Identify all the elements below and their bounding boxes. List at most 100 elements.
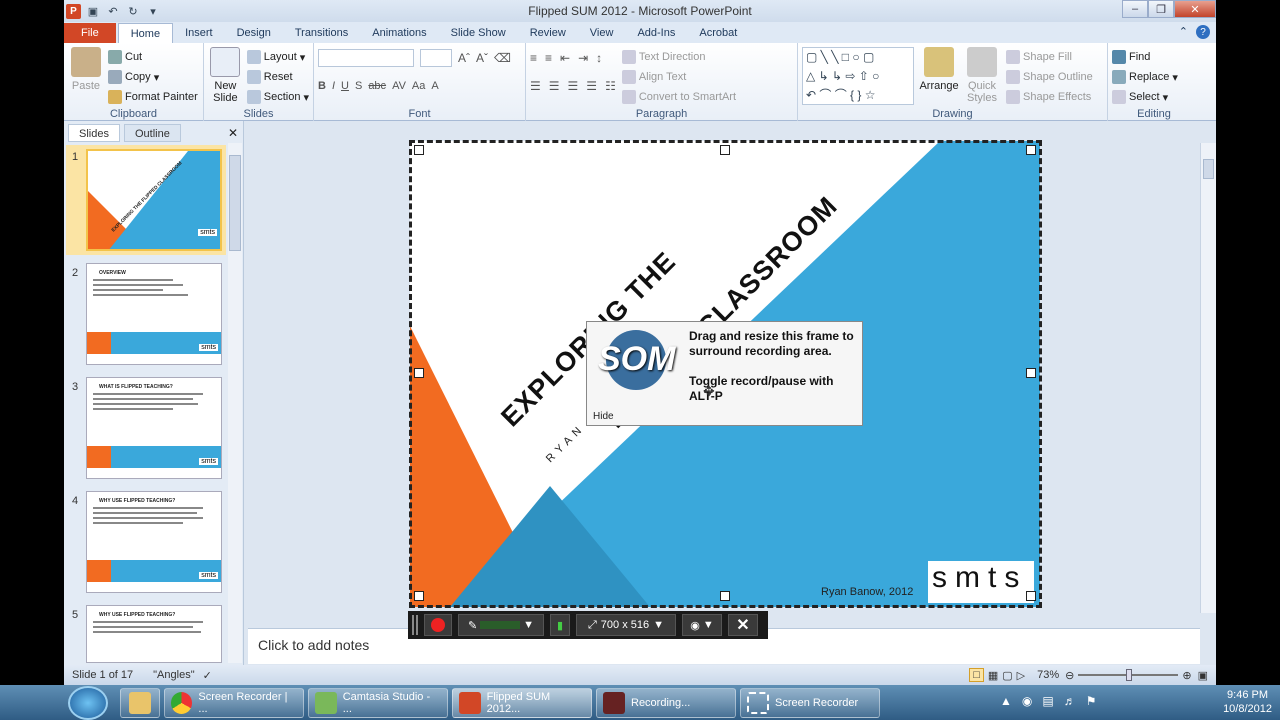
resize-handle[interactable]: [1026, 368, 1036, 378]
taskbar-item-screen-recorder[interactable]: Screen Recorder: [740, 687, 880, 718]
zoom-slider[interactable]: [1078, 669, 1179, 681]
section-button[interactable]: Section ▾: [246, 87, 309, 107]
taskbar-item-recording[interactable]: Recording...: [596, 687, 736, 718]
tray-flag-icon[interactable]: ⚑: [1086, 694, 1097, 708]
spell-check-icon[interactable]: ✓: [203, 669, 212, 682]
slide-scrollbar[interactable]: [1200, 143, 1216, 613]
font-size-combo[interactable]: [420, 49, 452, 67]
select-button[interactable]: Select ▾: [1112, 87, 1196, 107]
copy-button[interactable]: Copy ▾: [108, 67, 198, 87]
text-direction-button[interactable]: Text Direction: [621, 47, 736, 67]
zoom-in-icon[interactable]: ⊕: [1182, 669, 1191, 682]
tab-outline[interactable]: Outline: [123, 124, 181, 142]
align-right-icon[interactable]: ☰: [568, 79, 579, 93]
spacing-icon[interactable]: AV: [392, 80, 406, 92]
bold-icon[interactable]: B: [318, 80, 326, 92]
tab-insert[interactable]: Insert: [173, 23, 225, 43]
arrange-button[interactable]: Arrange: [919, 47, 959, 107]
taskbar-item-camtasia[interactable]: Camtasia Studio - ...: [308, 687, 448, 718]
resize-handle[interactable]: [720, 145, 730, 155]
tab-design[interactable]: Design: [225, 23, 283, 43]
fit-to-window-icon[interactable]: ▣: [1198, 669, 1208, 682]
tab-transitions[interactable]: Transitions: [283, 23, 360, 43]
start-button[interactable]: [68, 686, 108, 720]
close-pane-icon[interactable]: ✕: [228, 126, 238, 140]
resize-handle[interactable]: [414, 368, 424, 378]
resize-handle[interactable]: [414, 145, 424, 155]
scroll-thumb[interactable]: [1203, 159, 1214, 179]
reset-button[interactable]: Reset: [246, 67, 309, 87]
resize-handle[interactable]: [720, 591, 730, 601]
clear-formatting-icon[interactable]: ⌫: [494, 51, 511, 65]
shape-effects-button[interactable]: Shape Effects: [1006, 87, 1093, 107]
zoom-level[interactable]: 73%: [1037, 669, 1059, 681]
shadow-icon[interactable]: S: [355, 80, 362, 92]
tab-acrobat[interactable]: Acrobat: [687, 23, 749, 43]
restore-icon[interactable]: ❐: [1148, 0, 1174, 18]
audio-bars-button[interactable]: ▮: [550, 614, 570, 636]
tray-volume-icon[interactable]: ♬: [1064, 694, 1076, 708]
font-color-icon[interactable]: A: [431, 80, 438, 92]
minimize-ribbon-icon[interactable]: ⌃: [1179, 25, 1188, 39]
change-case-icon[interactable]: Aa: [412, 80, 425, 92]
tab-addins[interactable]: Add-Ins: [625, 23, 687, 43]
tray-app-icon[interactable]: ◉: [1022, 694, 1032, 708]
scroll-thumb[interactable]: [229, 155, 241, 251]
shrink-font-icon[interactable]: Aˇ: [476, 51, 488, 65]
tab-animations[interactable]: Animations: [360, 23, 438, 43]
decrease-indent-icon[interactable]: ⇤: [560, 51, 570, 65]
thumbnail-slide-5[interactable]: WHY USE FLIPPED TEACHING?: [86, 605, 222, 663]
normal-view-icon[interactable]: □: [969, 668, 984, 682]
slideshow-icon[interactable]: ▷: [1017, 669, 1025, 682]
tray-network-icon[interactable]: ▤: [1042, 694, 1053, 708]
tray-arrow-icon[interactable]: ▲: [1000, 694, 1012, 708]
increase-indent-icon[interactable]: ⇥: [578, 51, 588, 65]
help-icon[interactable]: ?: [1196, 25, 1210, 39]
paste-button[interactable]: Paste: [68, 47, 104, 107]
taskbar-item-powerpoint[interactable]: Flipped SUM 2012...: [452, 687, 592, 718]
slide-sorter-icon[interactable]: ▦: [988, 669, 998, 682]
hide-link[interactable]: Hide: [593, 411, 614, 422]
quick-styles-button[interactable]: Quick Styles: [964, 47, 1000, 107]
align-left-icon[interactable]: ☰: [530, 79, 541, 93]
italic-icon[interactable]: I: [332, 80, 335, 92]
font-name-combo[interactable]: [318, 49, 414, 67]
tab-review[interactable]: Review: [518, 23, 578, 43]
resize-handle[interactable]: [1026, 145, 1036, 155]
tab-home[interactable]: Home: [117, 23, 174, 43]
shapes-gallery[interactable]: ▢ ╲ ╲ □ ○ ▢ △ ↳ ↳ ⇨ ⇧ ○ ↶ ⌒ ⌒ { } ☆: [802, 47, 914, 105]
strikethrough-icon[interactable]: abc: [368, 80, 386, 92]
system-clock[interactable]: 9:46 PM 10/8/2012: [1223, 688, 1272, 716]
close-icon[interactable]: ✕: [1174, 0, 1216, 18]
grow-font-icon[interactable]: Aˆ: [458, 51, 470, 65]
align-text-button[interactable]: Align Text: [621, 67, 736, 87]
tab-slides[interactable]: Slides: [68, 124, 120, 142]
tab-view[interactable]: View: [578, 23, 626, 43]
layout-button[interactable]: Layout ▾: [246, 47, 309, 67]
new-slide-button[interactable]: New Slide: [208, 47, 243, 107]
replace-button[interactable]: Replace ▾: [1112, 67, 1196, 87]
reading-view-icon[interactable]: ▢: [1002, 669, 1012, 682]
columns-icon[interactable]: ☷: [605, 79, 616, 93]
thumbnail-slide-2[interactable]: OVERVIEW smts: [86, 263, 222, 365]
tab-file[interactable]: File: [64, 23, 116, 43]
shape-fill-button[interactable]: Shape Fill: [1006, 47, 1093, 67]
align-center-icon[interactable]: ☰: [549, 79, 560, 93]
webcam-dropdown[interactable]: ◉ ▼: [682, 614, 722, 636]
find-button[interactable]: Find: [1112, 47, 1196, 67]
justify-icon[interactable]: ☰: [586, 79, 597, 93]
thumbnail-slide-4[interactable]: WHY USE FLIPPED TEACHING? smts: [86, 491, 222, 593]
thumbnail-scrollbar[interactable]: [228, 143, 242, 663]
notes-placeholder[interactable]: Click to add notes: [258, 637, 369, 653]
format-painter-button[interactable]: Format Painter: [108, 87, 198, 107]
cut-button[interactable]: Cut: [108, 47, 198, 67]
taskbar-explorer[interactable]: [120, 687, 160, 718]
thumbnail-slide-1[interactable]: EXPLORING THE FLIPPED CLASSROOM smts: [86, 149, 222, 251]
underline-icon[interactable]: U: [341, 80, 349, 92]
size-dropdown[interactable]: ⤢ 700 x 516 ▼: [576, 614, 676, 636]
bullets-icon[interactable]: ≡: [530, 51, 537, 65]
resize-handle[interactable]: [1026, 591, 1036, 601]
grip-handle[interactable]: [412, 615, 418, 635]
thumbnail-slide-3[interactable]: WHAT IS FLIPPED TEACHING? smts: [86, 377, 222, 479]
record-button[interactable]: [424, 614, 452, 636]
